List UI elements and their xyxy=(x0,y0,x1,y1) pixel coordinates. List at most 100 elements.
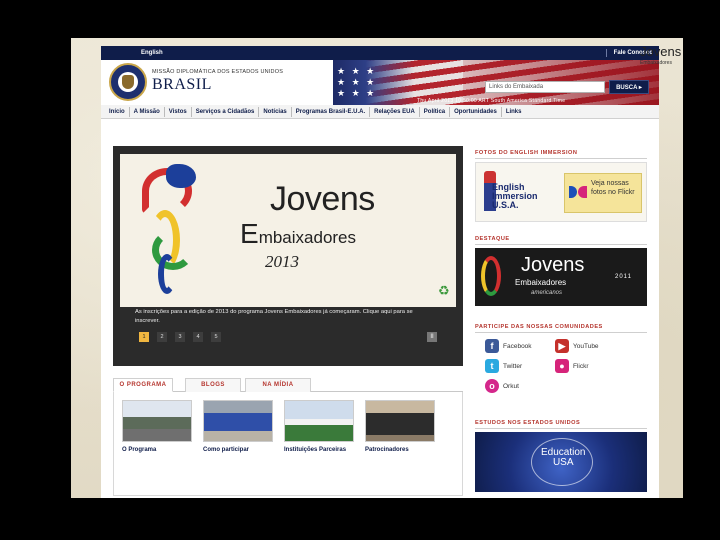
orkut-icon: o xyxy=(485,379,499,393)
card-como-participar[interactable]: Como participar xyxy=(203,400,273,454)
students-photo-thumbnail[interactable] xyxy=(203,400,273,442)
english-immersion-banner[interactable]: English Immersion U.S.A. Veja nossas fot… xyxy=(475,162,647,222)
card-patrocinadores[interactable]: Patrocinadores xyxy=(365,400,435,454)
slide-dot-5[interactable]: 5 xyxy=(211,332,221,342)
social-facebook[interactable]: f Facebook xyxy=(485,338,532,354)
social-twitter[interactable]: t Twitter xyxy=(485,358,522,374)
slide-controls: 1 2 3 4 5 II xyxy=(139,332,439,344)
edu-line2: USA xyxy=(552,457,574,468)
education-usa-logo: Education USA xyxy=(541,448,585,468)
slide-image[interactable]: Jovens Embaixadores 2013 ♻ xyxy=(120,154,456,307)
education-usa-banner[interactable]: Education USA xyxy=(475,432,647,492)
tab-blogs[interactable]: BLOGS xyxy=(185,378,241,392)
nav-item-programas[interactable]: Programas Brasil-E.U.A. xyxy=(292,106,371,117)
slide-year: 2013 xyxy=(265,252,299,271)
slide-subtitle: Embaixadores xyxy=(240,218,356,250)
destaque-heading: DESTAQUE xyxy=(475,236,647,245)
search-button[interactable]: BUSCA ▸ xyxy=(609,80,649,94)
english-immersion-box: FOTOS DO ENGLISH IMMERSION English Immer… xyxy=(475,150,647,222)
destaque-box: DESTAQUE Jovens Embaixadores 2011 americ… xyxy=(475,236,647,306)
social-label[interactable]: Flickr xyxy=(573,363,589,370)
english-immersion-logo: English Immersion U.S.A. xyxy=(492,183,538,210)
card-o-programa[interactable]: O Programa xyxy=(122,400,192,454)
facebook-icon: f xyxy=(485,339,499,353)
topbar-divider xyxy=(606,49,607,57)
jovens-logo-icon xyxy=(481,256,501,296)
flickr-icon: ● xyxy=(555,359,569,373)
language-link[interactable]: English xyxy=(141,50,163,56)
nav-item-missao[interactable]: A Missão xyxy=(130,106,165,117)
recycle-icon: ♻ xyxy=(438,283,450,298)
destaque-banner[interactable]: Jovens Embaixadores 2011 americanos xyxy=(475,248,647,306)
social-label[interactable]: Facebook xyxy=(503,343,532,350)
search-input[interactable]: Links do Embaixada xyxy=(485,81,605,93)
content-tabs: O PROGRAMA BLOGS NA MÍDIA xyxy=(113,378,463,392)
social-heading: PARTICIPE DAS NOSSAS COMUNIDADES xyxy=(475,324,647,333)
card-label[interactable]: Como participar xyxy=(203,446,273,454)
social-label[interactable]: YouTube xyxy=(573,343,599,350)
logo-swirl-blue xyxy=(166,164,196,188)
social-orkut[interactable]: o Orkut xyxy=(485,378,519,394)
slide-caption[interactable]: As inscrições para a edição de 2013 do p… xyxy=(135,308,435,326)
nav-item-oportunidades[interactable]: Oportunidades xyxy=(450,106,502,117)
social-flickr[interactable]: ● Flickr xyxy=(555,358,589,374)
eagle-icon xyxy=(122,75,134,89)
tab-panel: O Programa Como participar Instituições … xyxy=(113,392,463,496)
flickr-panel[interactable]: Veja nossas fotos no Flickr xyxy=(564,173,642,213)
social-label[interactable]: Orkut xyxy=(503,383,519,390)
destaque-subtitle: Embaixadores xyxy=(515,278,567,287)
flickr-text: Veja nossas fotos no Flickr xyxy=(591,180,635,196)
main-nav: Início A Missão Vistos Serviços a Cidadã… xyxy=(101,105,659,119)
social-youtube[interactable]: ▶ YouTube xyxy=(555,338,599,354)
flickr-icon xyxy=(569,186,587,198)
estudos-heading: ESTUDOS NOS ESTADOS UNIDOS xyxy=(475,420,647,429)
dateline: Thu April 2013 10:50:00 ART South Americ… xyxy=(417,98,566,104)
embassy-webpage: English Fale Conosco MISSÃO DIPLOMÁTICA … xyxy=(101,46,659,498)
tab-na-midia[interactable]: NA MÍDIA xyxy=(245,378,311,392)
social-box: PARTICIPE DAS NOSSAS COMUNIDADES f Faceb… xyxy=(475,324,647,393)
logo-swirl-blue-lower xyxy=(158,254,176,294)
slide-dot-2[interactable]: 2 xyxy=(157,332,167,342)
card-label[interactable]: O Programa xyxy=(122,446,192,454)
capitol-photo-thumbnail[interactable] xyxy=(284,400,354,442)
mission-title: MISSÃO DIPLOMÁTICA DOS ESTADOS UNIDOS xyxy=(152,69,284,75)
destaque-title: Jovens xyxy=(521,254,585,276)
nav-item-vistos[interactable]: Vistos xyxy=(165,106,192,117)
nav-item-servicos[interactable]: Serviços a Cidadãos xyxy=(192,106,260,117)
top-bar: English Fale Conosco xyxy=(101,46,659,60)
group-photo-thumbnail[interactable] xyxy=(122,400,192,442)
youtube-icon: ▶ xyxy=(555,339,569,353)
card-instituicoes[interactable]: Instituições Parceiras xyxy=(284,400,354,454)
site-header: MISSÃO DIPLOMÁTICA DOS ESTADOS UNIDOS BR… xyxy=(101,60,659,105)
card-label[interactable]: Patrocinadores xyxy=(365,446,435,454)
slide-dot-1[interactable]: 1 xyxy=(139,332,149,342)
pause-button[interactable]: II xyxy=(427,332,437,342)
card-label[interactable]: Instituições Parceiras xyxy=(284,446,354,454)
edge-logo-sub: Embaixadores xyxy=(640,60,672,66)
slide-frame: English Fale Conosco MISSÃO DIPLOMÁTICA … xyxy=(71,38,683,498)
country-title: BRASIL xyxy=(152,76,212,93)
flag-stars: ★ ★ ★ ★ ★ ★ ★ ★ ★ xyxy=(337,66,377,98)
nav-item-noticias[interactable]: Notícias xyxy=(259,106,292,117)
embassy-seal-logo[interactable] xyxy=(109,63,147,101)
english-heading: FOTOS DO ENGLISH IMMERSION xyxy=(475,150,647,159)
nav-item-relacoes[interactable]: Relações EUA xyxy=(370,106,420,117)
nav-item-politica[interactable]: Política xyxy=(420,106,451,117)
slide-subtitle-cap: E xyxy=(240,218,259,249)
slide-subtitle-rest: mbaixadores xyxy=(258,228,357,247)
slide-dot-4[interactable]: 4 xyxy=(193,332,203,342)
destaque-tagline: americanos xyxy=(531,290,563,296)
presentation-stage: English Fale Conosco MISSÃO DIPLOMÁTICA … xyxy=(0,0,720,540)
destaque-year: 2011 xyxy=(615,274,632,280)
sponsors-photo-thumbnail[interactable] xyxy=(365,400,435,442)
edge-logo: Jovens xyxy=(640,44,682,59)
hero-slider: Jovens Embaixadores 2013 ♻ As inscrições… xyxy=(113,146,463,366)
slide-dot-3[interactable]: 3 xyxy=(175,332,185,342)
twitter-icon: t xyxy=(485,359,499,373)
nav-item-inicio[interactable]: Início xyxy=(105,106,130,117)
nav-item-links[interactable]: Links xyxy=(502,107,526,117)
ei-line3: U.S.A. xyxy=(492,200,519,210)
slide-title: Jovens xyxy=(270,180,375,218)
social-label[interactable]: Twitter xyxy=(503,363,522,370)
tab-o-programa[interactable]: O PROGRAMA xyxy=(113,378,173,392)
